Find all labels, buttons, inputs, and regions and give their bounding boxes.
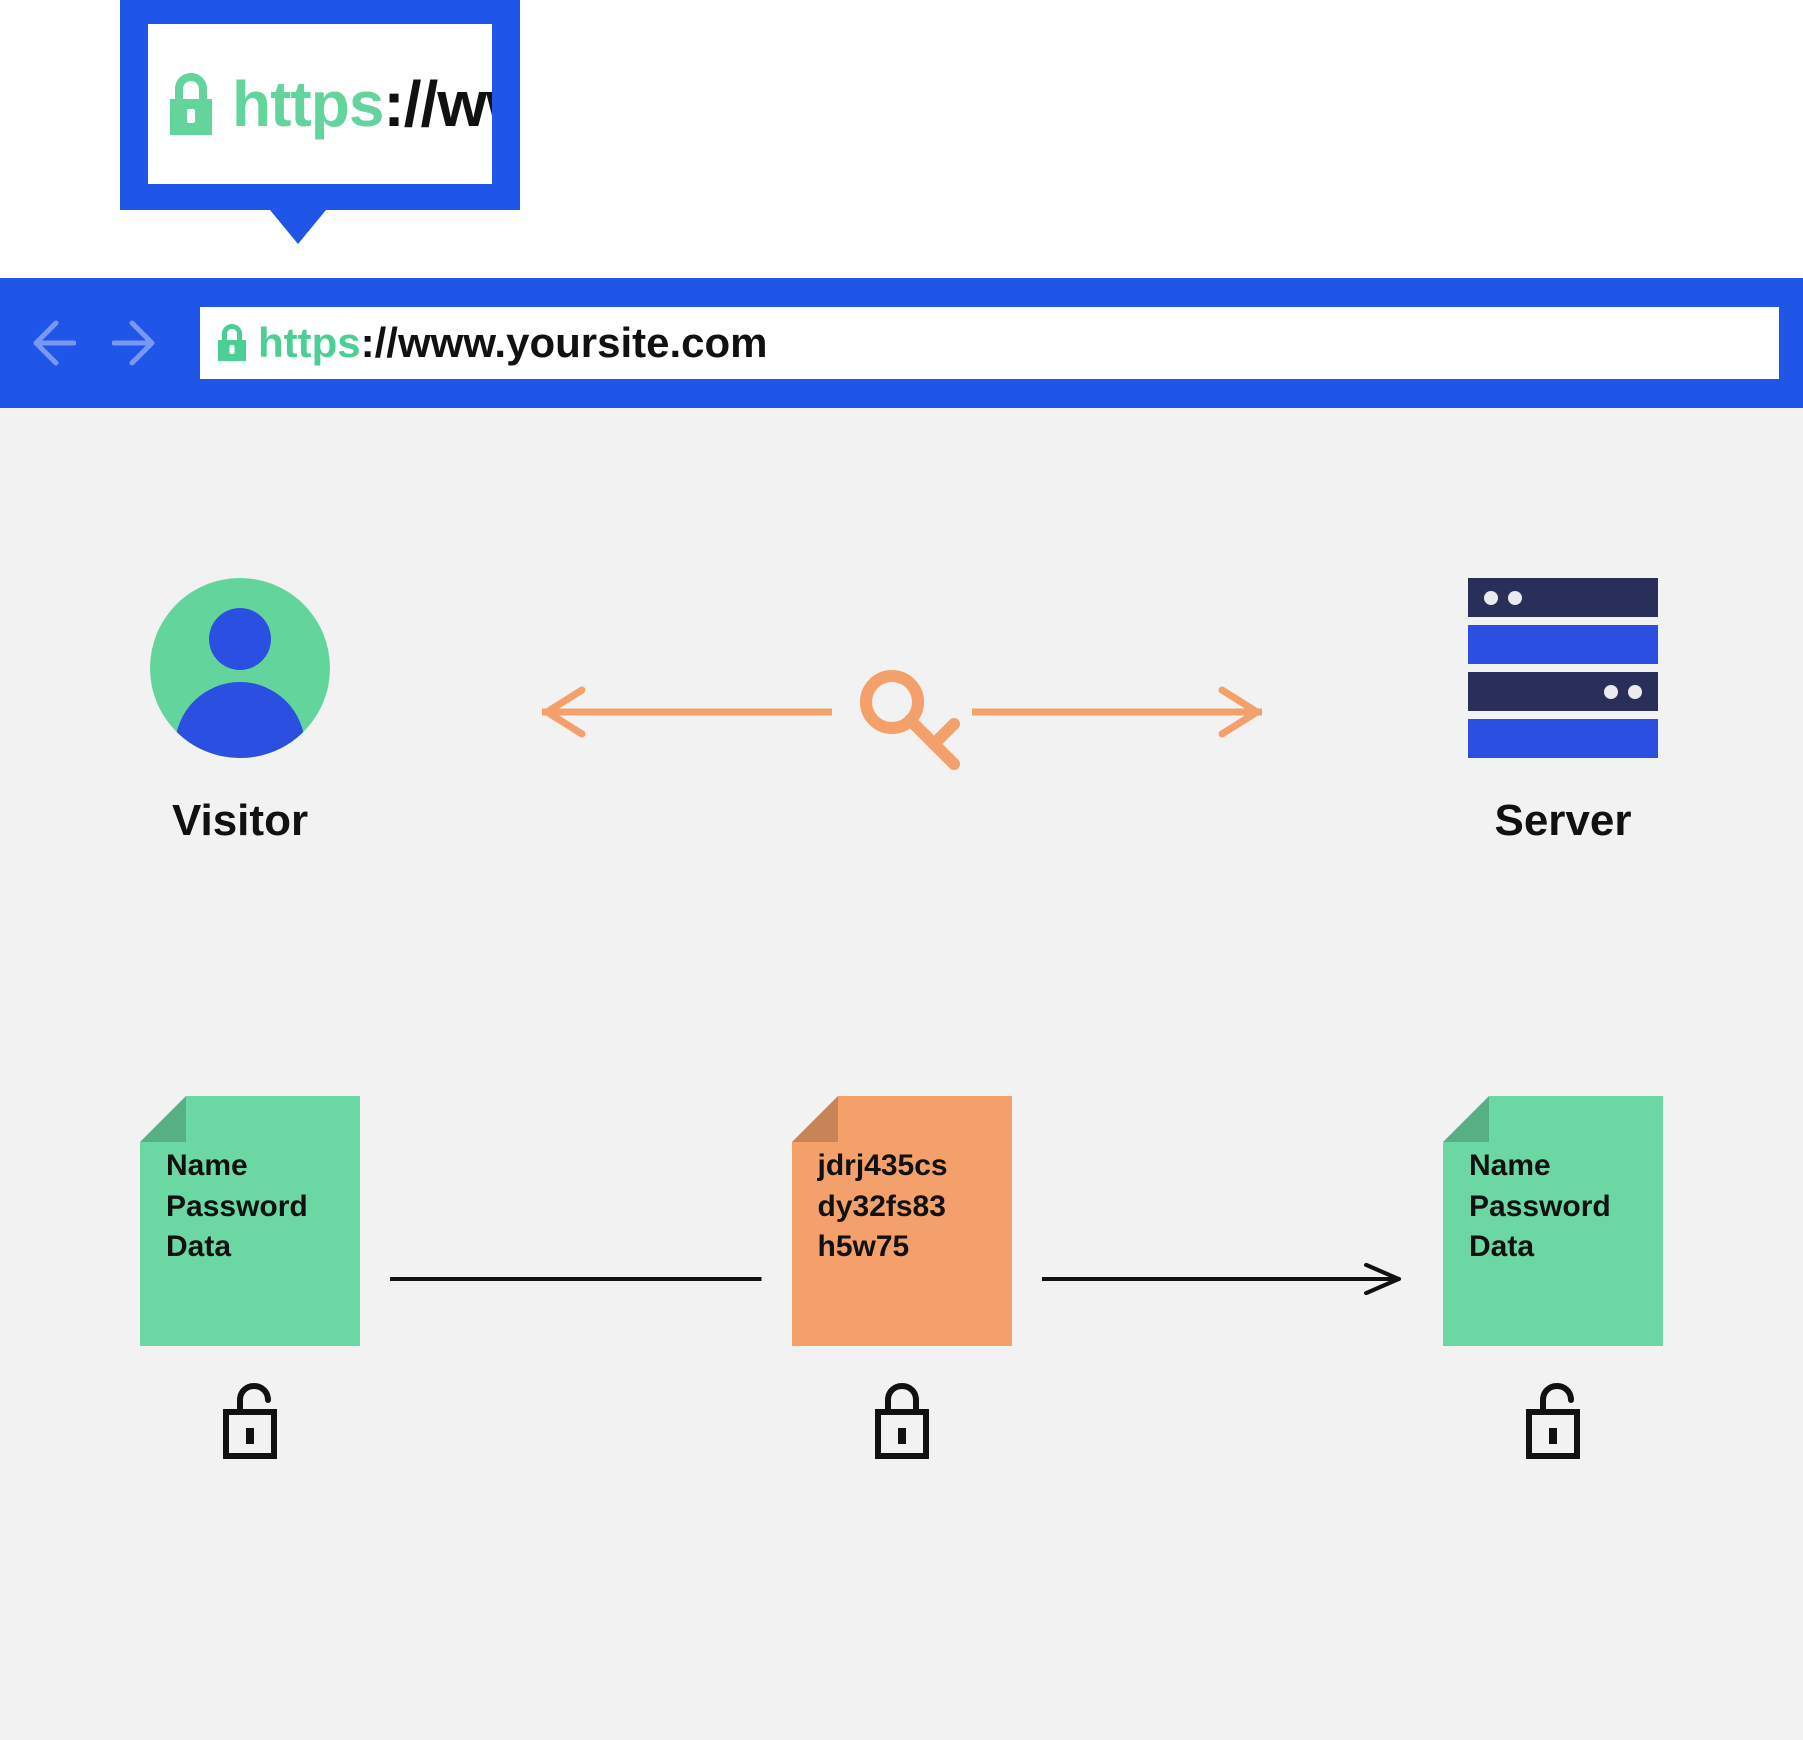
data-flow-row: Name Password Data jdrj435cs dy32fs: [130, 1096, 1673, 1462]
locked-icon: [870, 1382, 934, 1462]
ciphertext-file-icon: jdrj435cs dy32fs83 h5w75: [792, 1096, 1012, 1346]
unlocked-icon: [1521, 1382, 1585, 1462]
back-icon: [24, 317, 76, 369]
url-zoom-callout: https://ww: [120, 0, 520, 250]
file-line: jdrj435cs: [818, 1146, 992, 1187]
file-line: Data: [166, 1227, 340, 1268]
plaintext-file-icon: Name Password Data: [1443, 1096, 1663, 1346]
lock-icon: [164, 71, 218, 137]
key-exchange-arrows: [350, 652, 1453, 772]
file-line: Name: [166, 1146, 340, 1187]
address-bar: https://www.yoursite.com: [200, 307, 1779, 379]
file-line: Name: [1469, 1146, 1643, 1187]
decrypt-arrow: [1042, 1259, 1414, 1299]
callout-url-text: https://ww: [232, 67, 492, 141]
callout-scheme: https: [232, 68, 383, 140]
file-line: Password: [1469, 1187, 1643, 1228]
cipher-file-col: jdrj435cs dy32fs83 h5w75: [782, 1096, 1022, 1462]
unlocked-icon: [218, 1382, 282, 1462]
callout-address: https://ww: [148, 24, 492, 184]
address-url: https://www.yoursite.com: [258, 319, 768, 367]
plain2-file-col: Name Password Data: [1433, 1096, 1673, 1462]
browser-bar: https://www.yoursite.com: [0, 278, 1803, 408]
key-exchange-row: Visitor: [130, 578, 1673, 846]
visitor-endpoint: Visitor: [130, 578, 350, 846]
plain-file-col: Name Password Data: [130, 1096, 370, 1462]
callout-pointer: [270, 210, 326, 244]
server-icon: [1468, 578, 1658, 758]
server-label: Server: [1494, 796, 1631, 846]
diagram-canvas: Visitor: [0, 408, 1803, 1740]
plaintext-file-icon: Name Password Data: [140, 1096, 360, 1346]
encrypt-arrow: [390, 1259, 762, 1299]
file-line: Data: [1469, 1227, 1643, 1268]
file-line: h5w75: [818, 1227, 992, 1268]
visitor-avatar-icon: [150, 578, 330, 758]
visitor-label: Visitor: [172, 796, 308, 846]
address-rest: ://www.yoursite.com: [361, 319, 768, 366]
callout-rest: ://ww: [383, 68, 492, 140]
file-line: Password: [166, 1187, 340, 1228]
address-scheme: https: [258, 319, 361, 366]
server-endpoint: Server: [1453, 578, 1673, 846]
file-line: dy32fs83: [818, 1187, 992, 1228]
key-icon: [866, 676, 954, 764]
lock-icon: [216, 323, 248, 363]
forward-icon: [112, 317, 164, 369]
callout-frame: https://ww: [120, 0, 520, 210]
